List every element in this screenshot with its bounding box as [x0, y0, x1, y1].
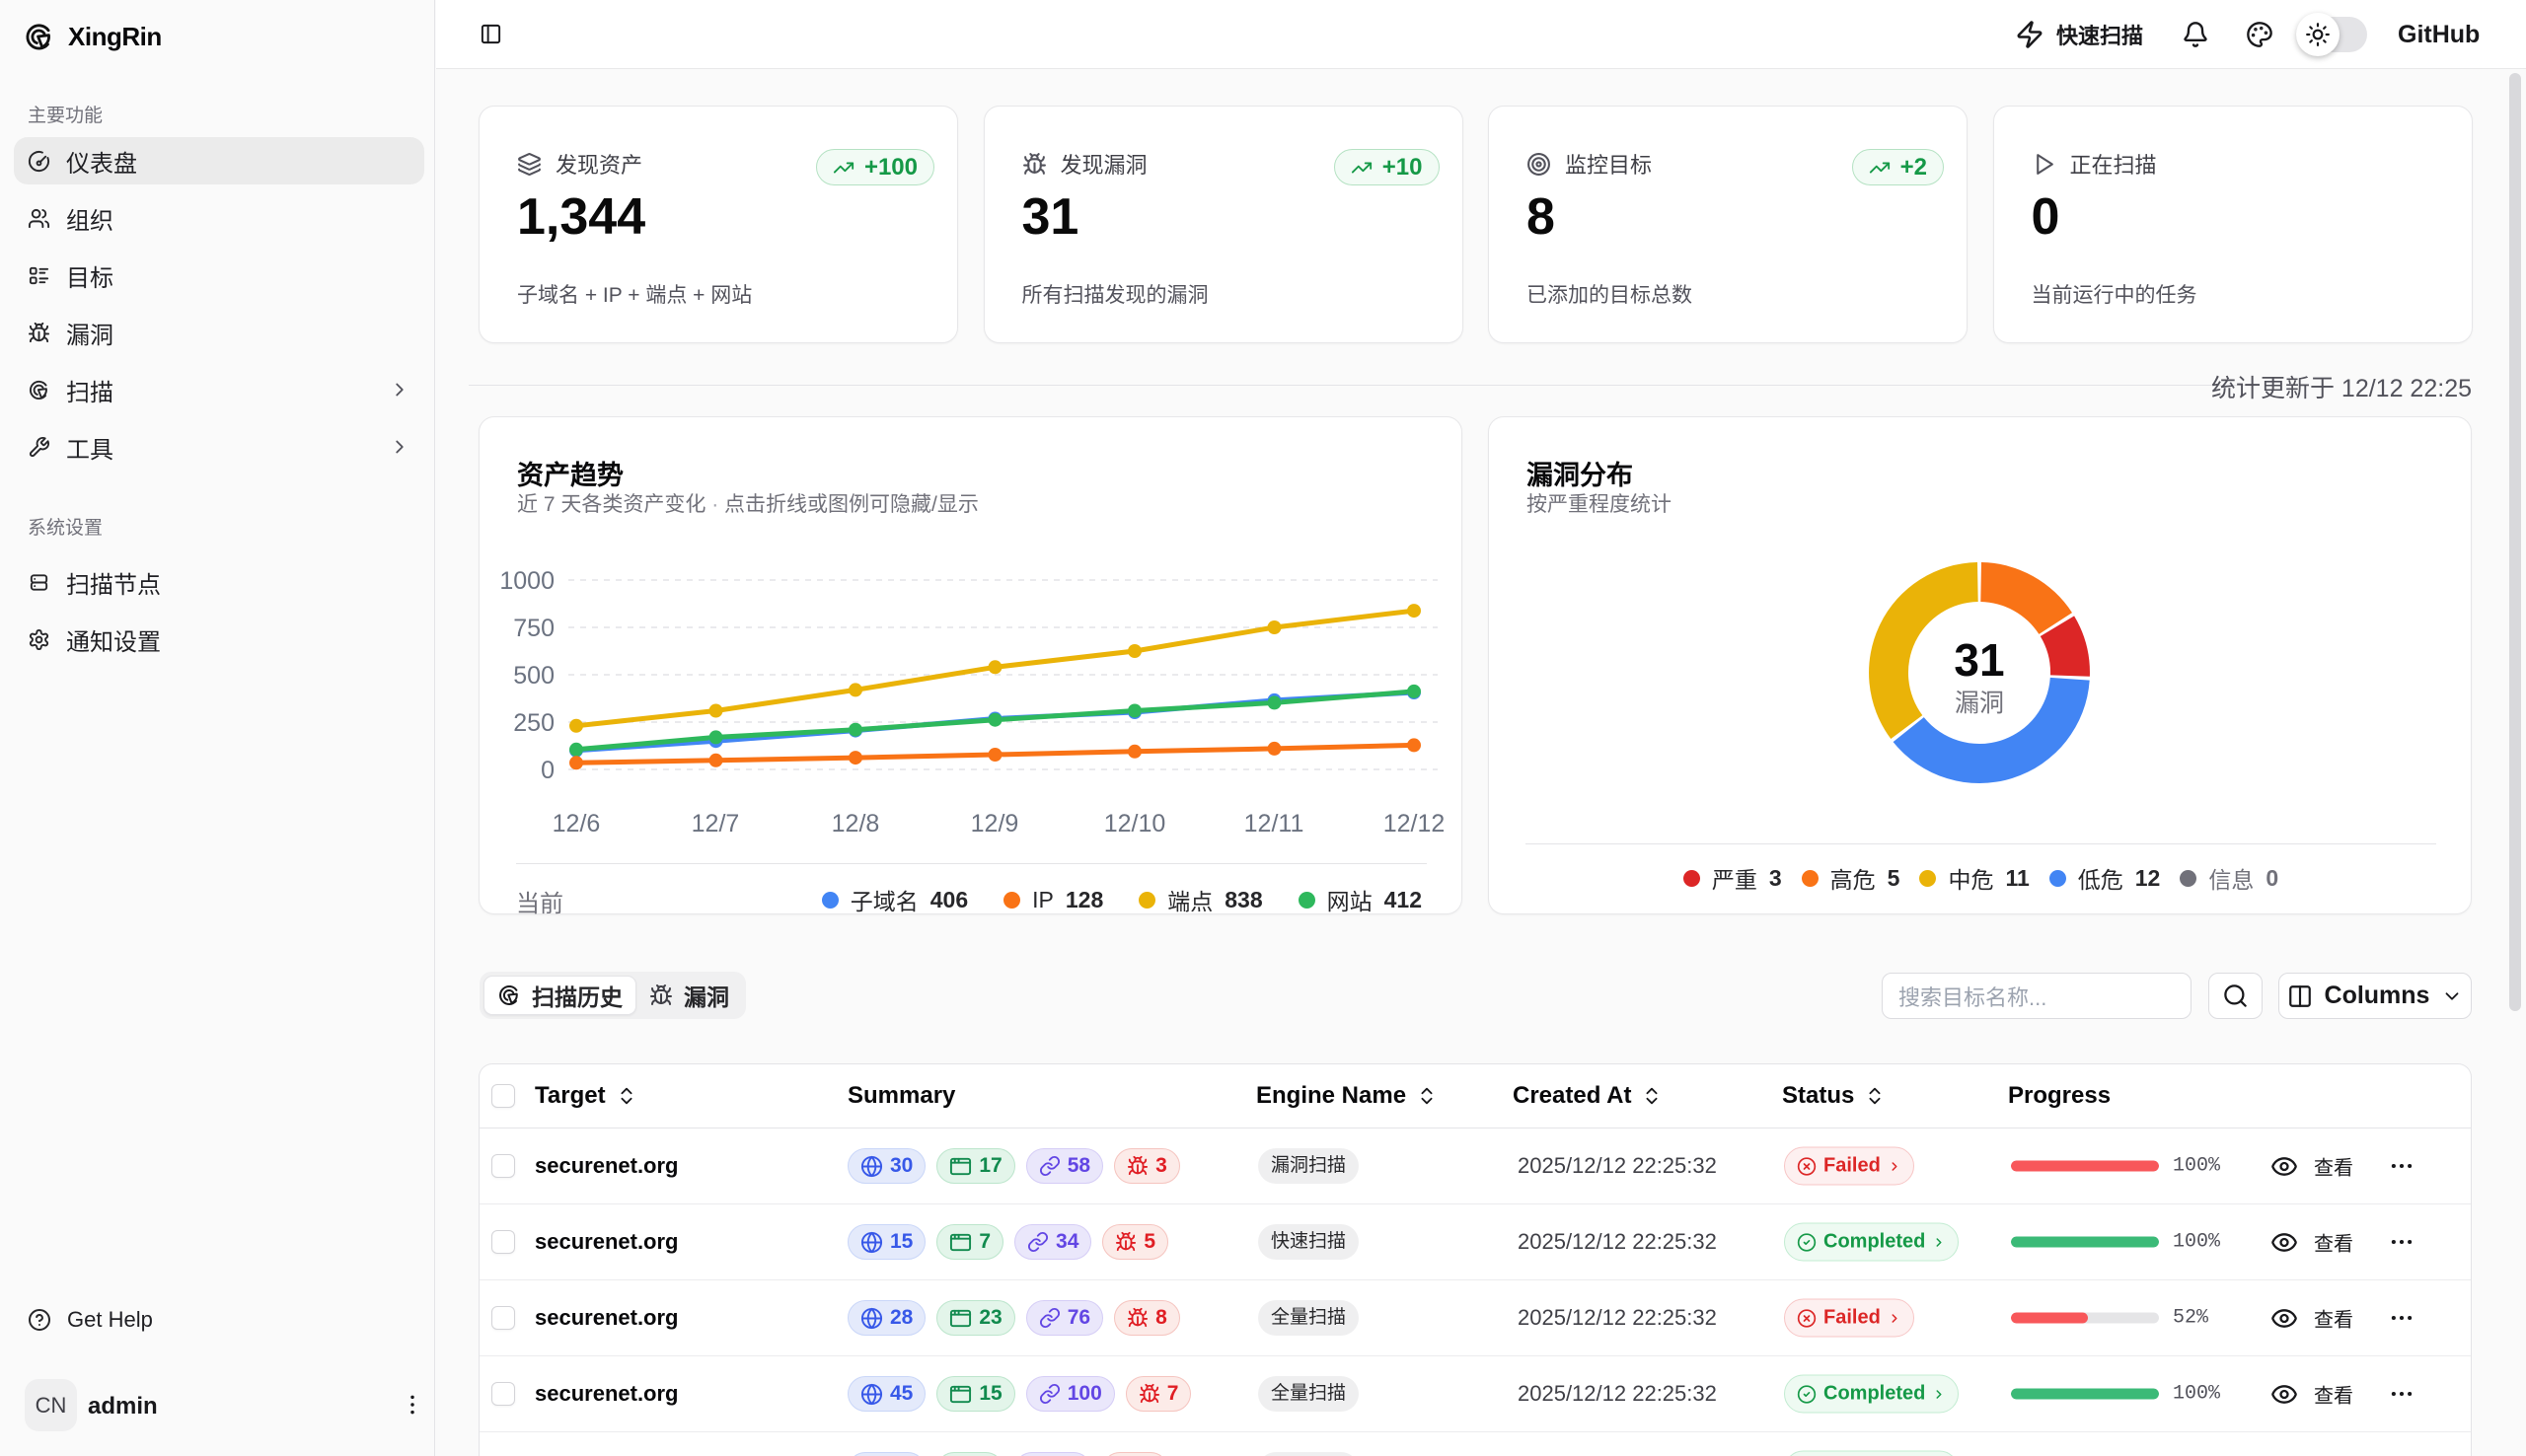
svg-text:12/11: 12/11	[1244, 810, 1304, 837]
svg-text:500: 500	[513, 662, 555, 690]
svg-text:0: 0	[541, 757, 555, 784]
svg-text:12/7: 12/7	[692, 810, 740, 837]
svg-text:12/9: 12/9	[971, 810, 1019, 837]
svg-text:12/8: 12/8	[832, 810, 880, 837]
svg-text:31: 31	[1954, 634, 2004, 686]
svg-text:12/12: 12/12	[1383, 810, 1446, 837]
svg-text:12/10: 12/10	[1104, 810, 1166, 837]
svg-text:750: 750	[513, 615, 555, 642]
svg-text:漏洞: 漏洞	[1955, 690, 2004, 717]
svg-text:250: 250	[513, 709, 555, 737]
svg-text:12/6: 12/6	[553, 810, 601, 837]
svg-text:1000: 1000	[499, 567, 555, 595]
